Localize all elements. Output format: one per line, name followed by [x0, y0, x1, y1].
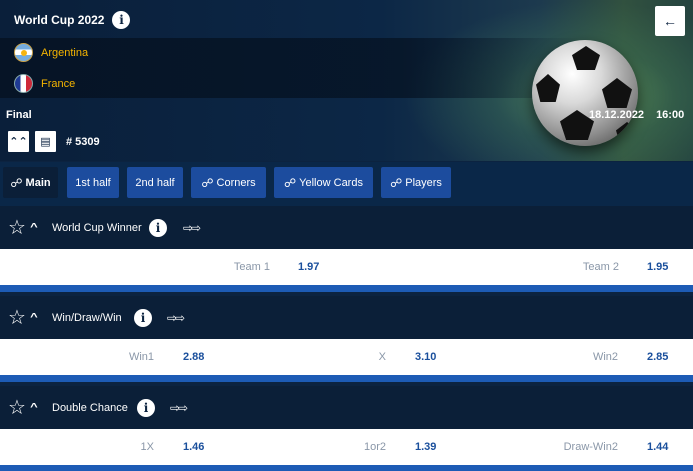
france-flag-icon: [14, 74, 33, 93]
link-icon: ☍: [10, 175, 22, 190]
team-2-name: France: [41, 77, 76, 90]
back-button[interactable]: ←: [655, 6, 685, 36]
odds-button[interactable]: 1.44: [647, 441, 668, 453]
market-group-tabs: ☍ Main 1st half 2nd half ☍ Corners ☍ Yel…: [0, 162, 693, 206]
table-icon: ▤: [40, 136, 51, 148]
odds-label: Team 1: [233, 261, 270, 273]
link-icon: ☍: [201, 175, 213, 190]
link-icon: ☍: [390, 175, 402, 190]
market-header-double-chance[interactable]: ☆ ^ Double Chance i ⇨⇨: [0, 386, 693, 429]
odds-row: Win1 2.88 X 3.10 Win2 2.85: [0, 339, 693, 375]
info-icon[interactable]: i: [112, 11, 131, 29]
argentina-flag-icon: [14, 43, 33, 62]
championship-row: World Cup 2022 i: [14, 11, 131, 29]
odds-label: 1X: [140, 441, 154, 453]
table-view-button[interactable]: ▤: [35, 131, 56, 152]
info-icon[interactable]: i: [149, 218, 167, 237]
statistics-icon[interactable]: ⇨⇨: [183, 221, 201, 235]
favorite-star-icon[interactable]: ☆: [8, 398, 26, 418]
odds-button[interactable]: 2.85: [647, 351, 668, 363]
collapse-all-button[interactable]: ⌃⌃: [8, 131, 29, 152]
odds-button[interactable]: 1.95: [647, 261, 668, 273]
event-header: World Cup 2022 i ← Argentina France Fina…: [0, 0, 693, 161]
tab-label: 2nd half: [135, 176, 175, 189]
market-title: Win/Draw/Win: [52, 311, 122, 324]
market-header-win-draw-win[interactable]: ☆ ^ Win/Draw/Win i ⇨⇨: [0, 296, 693, 339]
back-arrow-icon: ←: [663, 13, 677, 29]
team-1-name: Argentina: [41, 46, 89, 59]
chevron-up-icon[interactable]: ^: [30, 402, 38, 413]
market-separator: [0, 375, 693, 382]
market-separator: [0, 465, 693, 471]
soccer-ball-image: [532, 40, 638, 146]
link-icon: ☍: [284, 175, 296, 190]
odds-button[interactable]: 1.39: [415, 441, 436, 453]
odds-label: Win2: [592, 351, 618, 363]
odds-row: Team 1 1.97 Team 2 1.95: [0, 249, 693, 285]
odds-label: Team 2: [582, 261, 619, 273]
championship-title: World Cup 2022: [14, 13, 105, 27]
tab-yellow-cards[interactable]: ☍ Yellow Cards: [274, 167, 373, 198]
odds-label: Win1: [128, 351, 154, 363]
market-title: Double Chance: [52, 401, 128, 414]
teams-panel: Argentina France: [0, 38, 580, 98]
favorite-star-icon[interactable]: ☆: [8, 308, 26, 328]
event-date: 18.12.2022: [589, 109, 645, 121]
odds-label: Draw-Win2: [563, 441, 618, 453]
tab-main[interactable]: ☍ Main: [3, 167, 58, 198]
event-time: 16:00: [656, 109, 685, 121]
odds-label: X: [378, 351, 386, 363]
header-controls: ⌃⌃ ▤ # 5309: [8, 131, 100, 152]
odds-button[interactable]: 3.10: [415, 351, 436, 363]
odds-button[interactable]: 1.46: [183, 441, 204, 453]
event-datetime: 18.12.2022 16:00: [589, 109, 684, 121]
double-chevron-up-icon: ⌃⌃: [9, 136, 28, 148]
team-row-1: Argentina: [14, 43, 88, 62]
chevron-up-icon[interactable]: ^: [30, 312, 38, 323]
info-icon[interactable]: i: [134, 308, 152, 327]
favorite-star-icon[interactable]: ☆: [8, 218, 26, 238]
odds-button[interactable]: 2.88: [183, 351, 204, 363]
market-title: World Cup Winner: [52, 221, 142, 234]
tab-label: Players: [405, 176, 442, 189]
tab-label: Corners: [216, 176, 256, 189]
tab-players[interactable]: ☍ Players: [381, 167, 451, 198]
odds-row: 1X 1.46 1or2 1.39 Draw-Win2 1.44: [0, 429, 693, 465]
tab-1st-half[interactable]: 1st half: [67, 167, 119, 198]
market-header-world-cup-winner[interactable]: ☆ ^ World Cup Winner i ⇨⇨: [0, 206, 693, 249]
odds-button[interactable]: 1.97: [298, 261, 319, 273]
team-row-2: France: [14, 74, 75, 93]
statistics-icon[interactable]: ⇨⇨: [170, 401, 188, 415]
stage-label: Final: [6, 109, 32, 121]
event-id: # 5309: [66, 135, 100, 148]
tab-2nd-half[interactable]: 2nd half: [127, 167, 183, 198]
tab-corners[interactable]: ☍ Corners: [191, 167, 266, 198]
info-icon[interactable]: i: [137, 398, 155, 417]
odds-label: 1or2: [363, 441, 386, 453]
market-separator: [0, 285, 693, 292]
tab-label: Yellow Cards: [299, 176, 363, 189]
tab-label: 1st half: [75, 176, 111, 189]
chevron-up-icon[interactable]: ^: [30, 222, 38, 233]
statistics-icon[interactable]: ⇨⇨: [167, 311, 185, 325]
tab-label: Main: [25, 176, 51, 189]
